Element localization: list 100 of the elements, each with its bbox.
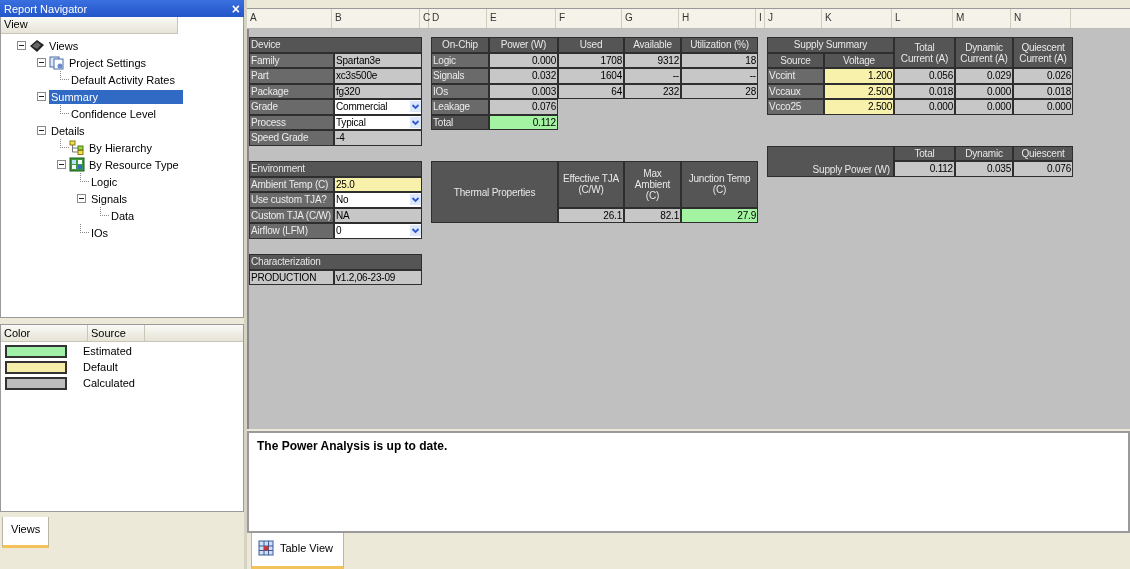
- legend-label: Calculated: [83, 377, 135, 389]
- dropdown-field[interactable]: Commercial: [334, 99, 422, 115]
- column-header: Quiescent Current (A): [1013, 37, 1073, 68]
- column-letter[interactable]: I: [756, 9, 765, 28]
- table-cell: 0.076: [489, 99, 558, 115]
- table-cell: 0.029: [955, 68, 1013, 84]
- table-cell: 0.035: [955, 161, 1013, 177]
- table-icon: [258, 539, 274, 556]
- row-label: Grade: [249, 99, 334, 115]
- tree-item[interactable]: Views: [47, 38, 183, 53]
- legend-label: Default: [83, 361, 118, 373]
- documents-icon: [49, 55, 65, 70]
- tree-item[interactable]: IOs: [89, 225, 183, 240]
- collapse-icon[interactable]: [36, 58, 46, 67]
- column-letter[interactable]: F: [556, 9, 622, 28]
- tree-item[interactable]: Summary: [49, 89, 183, 104]
- collapse-icon[interactable]: [16, 41, 26, 50]
- column-letter[interactable]: D: [429, 9, 487, 28]
- column-letter[interactable]: A: [247, 9, 332, 28]
- dropdown-field[interactable]: 0: [334, 223, 422, 239]
- close-button[interactable]: ×: [231, 1, 240, 16]
- row-label: Part: [249, 68, 334, 84]
- row-label: Speed Grade: [249, 130, 334, 146]
- table-cell: 0.000: [1013, 99, 1073, 115]
- dropdown-field[interactable]: No: [334, 192, 422, 208]
- tree-item[interactable]: Details: [49, 123, 183, 138]
- panel-title: Report Navigator: [4, 2, 88, 15]
- row-label: Use custom TJA?: [249, 192, 334, 208]
- column-header: Total Current (A): [894, 37, 955, 68]
- collapse-icon[interactable]: [56, 160, 66, 169]
- column-header[interactable]: Color: [1, 325, 88, 341]
- tree-item[interactable]: By Hierarchy: [87, 140, 183, 155]
- column-header: Effective TJA (C/W): [558, 161, 624, 208]
- column-letter[interactable]: J: [765, 9, 822, 28]
- table-cell: 0.026: [1013, 68, 1073, 84]
- section-header: Thermal Properties: [431, 161, 558, 223]
- section-header: Supply Summary: [767, 37, 894, 53]
- table-cell: xc3s500e: [334, 68, 422, 84]
- chevron-icon: [410, 194, 421, 206]
- column-letter[interactable]: L: [892, 9, 953, 28]
- column-letter[interactable]: C: [420, 9, 429, 28]
- tree-item[interactable]: Confidence Level: [69, 106, 183, 121]
- table-cell: 0.112: [894, 161, 955, 177]
- chevron-icon: [410, 101, 421, 113]
- status-message: The Power Analysis is up to date.: [247, 431, 1130, 533]
- collapse-icon[interactable]: [36, 126, 46, 135]
- table-cell: 0.032: [489, 68, 558, 84]
- tree-item[interactable]: Signals: [89, 191, 183, 206]
- table-cell: --: [681, 68, 758, 84]
- column-header[interactable]: Source: [88, 325, 145, 341]
- tree-item[interactable]: Project Settings: [67, 55, 183, 70]
- row-label: Vccint: [767, 68, 824, 84]
- tree-item[interactable]: By Resource Type: [87, 157, 183, 172]
- collapse-icon[interactable]: [36, 92, 46, 101]
- section-header: Device: [249, 37, 422, 53]
- legend-label: Estimated: [83, 345, 132, 357]
- table-cell: 0.076: [1013, 161, 1073, 177]
- grid-icon: [69, 157, 85, 172]
- column-letter[interactable]: N: [1011, 9, 1071, 28]
- column-header: Used: [558, 37, 624, 53]
- column-header: Available: [624, 37, 681, 53]
- column-header: Junction Temp (C): [681, 161, 758, 208]
- section-header: Characterization: [249, 254, 422, 270]
- column-header: Quiescent: [1013, 145, 1073, 161]
- column-header: On-Chip: [431, 37, 489, 53]
- column-header[interactable]: View: [1, 17, 178, 34]
- column-letter[interactable]: M: [953, 9, 1011, 28]
- row-label: Vcco25: [767, 99, 824, 115]
- column-header: Dynamic Current (A): [955, 37, 1013, 68]
- row-label: Leakage: [431, 99, 489, 115]
- column-header: Dynamic: [955, 145, 1013, 161]
- table-cell: 0.056: [894, 68, 955, 84]
- column-header: Power (W): [489, 37, 558, 53]
- tree-item[interactable]: Data: [109, 208, 183, 223]
- chevron-icon: [410, 116, 421, 128]
- table-cell: -4: [334, 130, 422, 146]
- column-header: Utilization (%): [681, 37, 758, 53]
- column-letter[interactable]: E: [487, 9, 556, 28]
- collapse-icon[interactable]: [76, 194, 86, 203]
- chip-icon: [29, 38, 45, 53]
- table-cell: 2.500: [824, 99, 894, 115]
- row-label: Signals: [431, 68, 489, 84]
- column-letter[interactable]: B: [332, 9, 420, 28]
- table-cell: 0.000: [894, 99, 955, 115]
- table-cell: 1604: [558, 68, 624, 84]
- row-label: Airflow (LFM): [249, 223, 334, 239]
- tree-item[interactable]: Default Activity Rates: [69, 72, 183, 87]
- column-letter[interactable]: H: [679, 9, 756, 28]
- column-header: Total: [894, 145, 955, 161]
- section-header: Environment: [249, 161, 422, 177]
- column-letter[interactable]: G: [622, 9, 679, 28]
- table-cell: 1.200: [824, 68, 894, 84]
- tab[interactable]: Table View: [251, 533, 344, 569]
- tab[interactable]: Views: [2, 517, 50, 548]
- table-cell: 0.000: [955, 99, 1013, 115]
- table-cell: --: [624, 68, 681, 84]
- hierarchy-icon: [69, 140, 85, 155]
- column-letter[interactable]: K: [822, 9, 892, 28]
- row-label: Supply Power (W): [767, 145, 894, 177]
- tree-item[interactable]: Logic: [89, 174, 183, 189]
